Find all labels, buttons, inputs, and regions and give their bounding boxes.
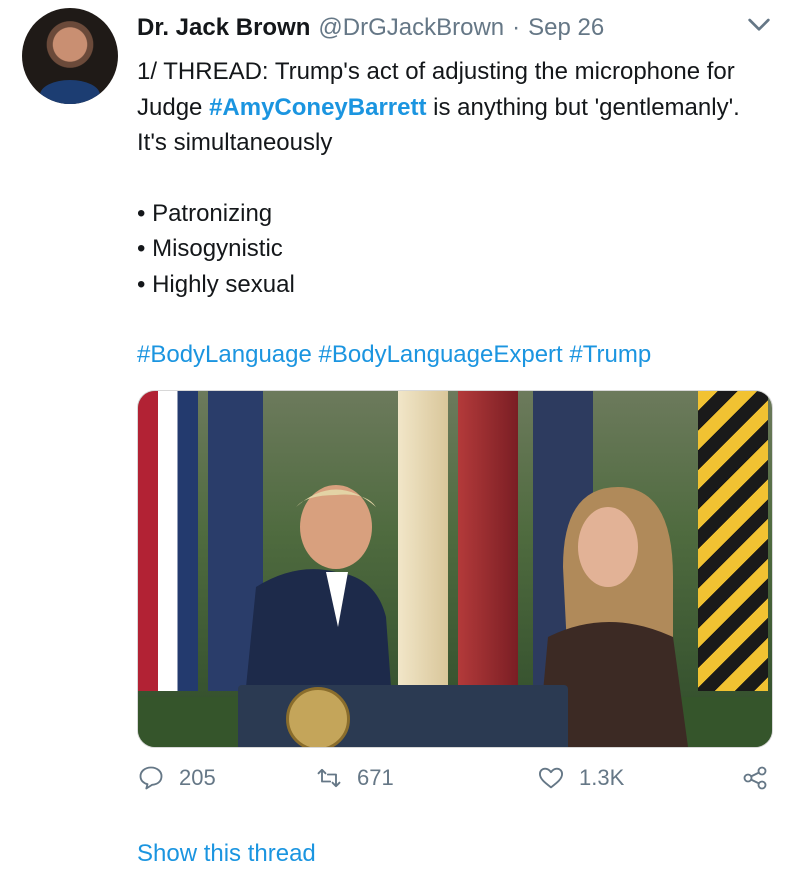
handle[interactable]: @DrGJackBrown: [318, 14, 504, 42]
avatar[interactable]: [22, 8, 118, 104]
share-icon: [743, 766, 767, 790]
flag: [458, 391, 518, 691]
tweet-intro: 1/ THREAD: Trump's act of adjusting the …: [137, 54, 767, 161]
flag: [398, 391, 448, 691]
presidential-seal: [286, 687, 350, 747]
tweet-actions: 205 671 1.3K: [137, 764, 777, 804]
tweet-header: Dr. Jack Brown @DrGJackBrown · Sep 26: [137, 14, 781, 50]
bullet-item: • Patronizing: [137, 199, 273, 227]
separator: ·: [512, 14, 521, 41]
share-button[interactable]: [741, 764, 783, 792]
retweet-icon: [317, 768, 341, 788]
tweet-media-image[interactable]: [137, 390, 773, 748]
flag: [698, 391, 768, 691]
chevron-down-icon[interactable]: [743, 8, 775, 40]
like-button[interactable]: 1.3K: [537, 764, 624, 792]
bullet-item: • Highly sexual: [137, 270, 295, 298]
hashtag-bodylanguageexpert[interactable]: #BodyLanguageExpert: [319, 341, 563, 368]
tweet-text: 1/ THREAD: Trump's act of adjusting the …: [137, 54, 767, 373]
bullet-item: • Misogynistic: [137, 235, 283, 262]
flag: [138, 391, 198, 691]
retweet-button[interactable]: 671: [315, 764, 394, 792]
avatar-shirt: [40, 80, 100, 104]
retweet-count: 671: [357, 765, 394, 790]
hashtag-amyconeybarrett[interactable]: #AmyConeyBarrett: [209, 94, 426, 121]
bullet-list: • Patronizing • Misogynistic • Highly se…: [137, 196, 767, 303]
heart-icon: [538, 767, 564, 789]
reply-count: 205: [179, 765, 216, 790]
reply-icon: [139, 766, 163, 790]
display-name[interactable]: Dr. Jack Brown: [137, 14, 310, 42]
hashtag-trump[interactable]: #Trump: [569, 341, 651, 368]
tweet-date[interactable]: Sep 26: [528, 14, 604, 42]
person-figure: [246, 485, 391, 687]
show-thread-link[interactable]: Show this thread: [137, 840, 316, 868]
hashtag-row: #BodyLanguage #BodyLanguageExpert #Trump: [137, 337, 767, 373]
like-count: 1.3K: [579, 765, 625, 790]
reply-button[interactable]: 205: [137, 764, 216, 792]
hashtag-bodylanguage[interactable]: #BodyLanguage: [137, 341, 312, 368]
